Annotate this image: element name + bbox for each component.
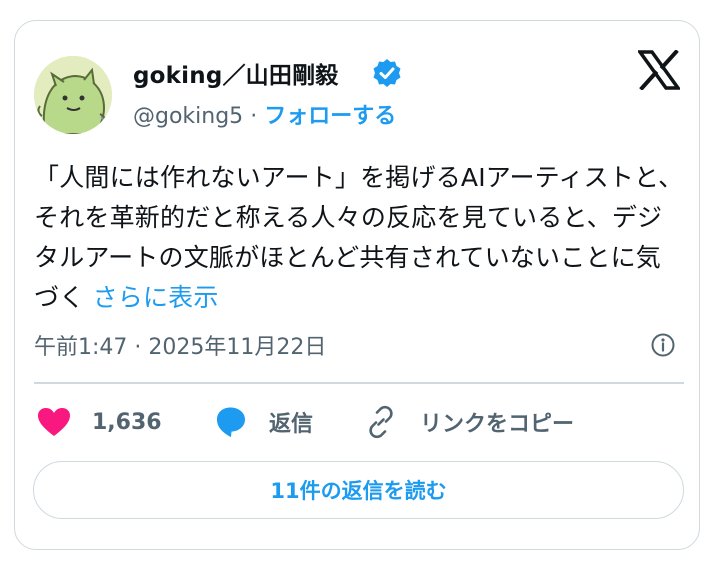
separator: · (250, 104, 258, 129)
tweet-text: 「人間には作れないアート」を掲げるAIアーティストと、それを革新的だと称える人々… (34, 158, 684, 318)
reply-bubble-icon (217, 407, 245, 437)
info-icon[interactable] (650, 332, 676, 358)
read-replies-button[interactable]: 11件の返信を読む (33, 461, 684, 519)
link-icon (369, 405, 393, 439)
copy-link-button[interactable]: リンクをコピー (364, 404, 574, 440)
like-button[interactable]: 1,636 (36, 404, 162, 440)
show-more-link[interactable]: さらに表示 (93, 283, 219, 312)
copy-link-label: リンクをコピー (420, 412, 575, 437)
timestamp[interactable]: 午前1:47 · 2025年11月22日 (34, 329, 326, 361)
reply-button[interactable]: 返信 (213, 404, 313, 440)
heart-icon (38, 408, 70, 436)
avatar-character-icon (34, 56, 112, 134)
display-name[interactable]: goking／山田剛毅 (133, 56, 338, 90)
x-logo-icon[interactable] (638, 50, 680, 90)
avatar[interactable] (34, 56, 112, 134)
follow-button[interactable]: フォローする (264, 104, 396, 129)
divider (34, 382, 684, 384)
handle-row: @goking5 · フォローする (133, 98, 396, 130)
handle[interactable]: @goking5 (133, 104, 243, 129)
reply-label: 返信 (269, 412, 314, 437)
like-count: 1,636 (92, 409, 162, 435)
verified-badge-icon (373, 59, 401, 87)
